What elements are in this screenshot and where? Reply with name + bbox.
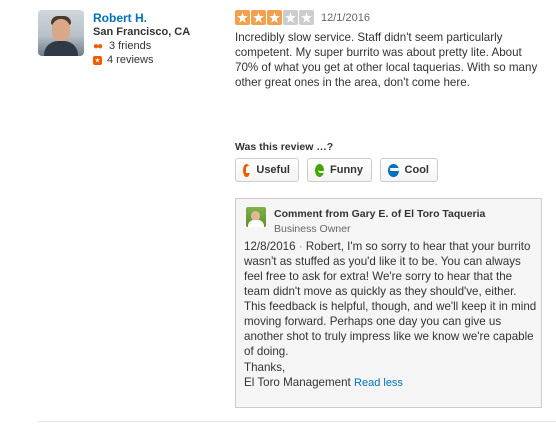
star-filled-icon xyxy=(251,10,266,25)
comment-signoff: Thanks, xyxy=(244,361,286,374)
funny-button[interactable]: Funny xyxy=(307,158,372,182)
owner-avatar[interactable] xyxy=(246,207,266,227)
comment-body: 12/8/2016 · Robert, I'm so sorry to hear… xyxy=(244,239,540,359)
star-empty-icon xyxy=(299,10,314,25)
business-owner-comment: Comment from Gary E. of El Toro Taqueria… xyxy=(235,198,542,408)
comment-signature: El Toro Management xyxy=(244,376,351,389)
star-empty-icon xyxy=(283,10,298,25)
user-reviews-stat: 4 reviews xyxy=(93,54,153,66)
review-text: Incredibly slow service. Staff didn't se… xyxy=(235,31,538,89)
comment-separator: · xyxy=(298,240,303,253)
useful-label: Useful xyxy=(256,164,290,176)
friends-icon: ●● xyxy=(93,40,103,52)
user-location: San Francisco, CA xyxy=(93,26,191,38)
cool-sunglasses-icon xyxy=(388,163,399,177)
read-less-link[interactable]: Read less xyxy=(354,377,403,389)
comment-text: Robert, I'm so sorry to hear that your b… xyxy=(244,240,537,358)
user-name-link[interactable]: Robert H. xyxy=(93,11,147,25)
comment-signoff-block: Thanks, El Toro Management Read less xyxy=(244,360,534,391)
friends-count: 3 friends xyxy=(109,40,152,52)
user-friends-stat: ●● 3 friends xyxy=(93,40,151,52)
comment-role: Business Owner xyxy=(274,223,351,235)
review-feedback-title: Was this review …? xyxy=(235,141,334,153)
comment-date: 12/8/2016 xyxy=(244,240,296,253)
star-filled-icon xyxy=(267,10,282,25)
star-rating xyxy=(235,10,315,25)
cool-button[interactable]: Cool xyxy=(380,158,438,182)
reviews-star-icon xyxy=(93,55,102,65)
review-date: 12/1/2016 xyxy=(321,12,370,24)
useful-button[interactable]: Useful xyxy=(235,158,299,182)
funny-label: Funny xyxy=(330,164,363,176)
funny-smile-icon xyxy=(315,163,325,177)
cool-label: Cool xyxy=(404,164,429,176)
useful-bulb-icon xyxy=(243,163,252,177)
user-avatar[interactable] xyxy=(38,10,84,56)
reviews-count: 4 reviews xyxy=(107,54,154,66)
divider xyxy=(38,421,556,422)
comment-title: Comment from Gary E. of El Toro Taqueria xyxy=(274,208,486,220)
star-filled-icon xyxy=(235,10,250,25)
